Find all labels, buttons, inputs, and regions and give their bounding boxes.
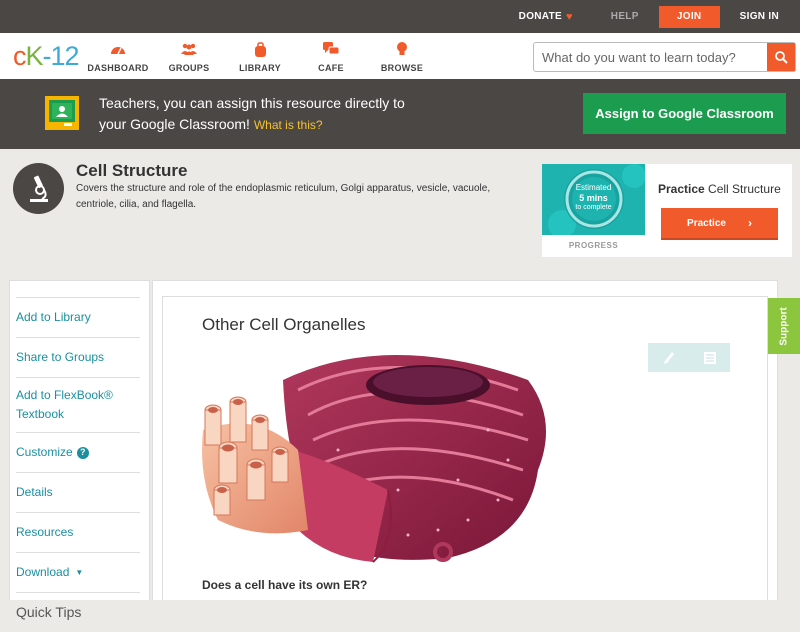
- search-button[interactable]: [767, 43, 795, 71]
- nav-cafe[interactable]: CAFE: [296, 41, 366, 73]
- google-classroom-icon: [45, 96, 79, 130]
- sidebar-item-customize[interactable]: Customize?: [16, 432, 140, 472]
- sidebar-item-details[interactable]: Details: [16, 472, 140, 512]
- nav-browse-label: BROWSE: [380, 63, 424, 73]
- search-icon: [774, 50, 788, 64]
- notes-icon[interactable]: [689, 343, 730, 372]
- banner-line-2: your Google Classroom!: [99, 116, 250, 132]
- nav-dashboard[interactable]: DASHBOARD: [83, 41, 153, 73]
- practice-card: Estimated 5 mins to complete PROGRESS Pr…: [542, 164, 792, 257]
- annotate-pencil-icon[interactable]: [648, 343, 689, 372]
- caret-down-icon: ▼: [75, 568, 84, 577]
- help-link[interactable]: HELP: [611, 11, 639, 22]
- sidebar-item-add-to-flexbook[interactable]: Add to FlexBook® Textbook: [16, 377, 140, 432]
- section-title: Other Cell Organelles: [202, 315, 366, 334]
- nav-browse[interactable]: BROWSE: [367, 41, 437, 73]
- nav-library-label: LIBRARY: [239, 63, 281, 73]
- support-tab[interactable]: Support: [768, 298, 800, 354]
- nav-library[interactable]: LIBRARY: [225, 41, 295, 73]
- estimate-label: Estimated: [575, 183, 612, 192]
- join-button[interactable]: JOIN: [658, 5, 720, 28]
- what-is-this-link[interactable]: What is this?: [254, 118, 323, 132]
- progress-label: PROGRESS: [568, 241, 619, 250]
- banner-message: Teachers, you can assign this resource d…: [99, 93, 405, 136]
- search-input[interactable]: [534, 43, 782, 71]
- microscope-icon: [13, 163, 64, 214]
- sidebar-item-resources[interactable]: Resources: [16, 512, 140, 552]
- search-box: [533, 42, 796, 72]
- heart-icon: ♥: [565, 10, 573, 23]
- assign-to-google-classroom-button[interactable]: Assign to Google Classroom: [583, 93, 786, 134]
- library-bag-icon: [225, 41, 295, 57]
- lesson-tools: [648, 343, 730, 372]
- donate-label: DONATE: [518, 11, 562, 22]
- nav-cafe-label: CAFE: [318, 63, 344, 73]
- practice-button-label: Practice: [687, 217, 726, 229]
- ck12-logo[interactable]: cK-12: [13, 41, 80, 71]
- google-classroom-banner: Teachers, you can assign this resource d…: [0, 79, 800, 149]
- concept-title: Cell Structure: [76, 161, 188, 180]
- nav-dashboard-label: DASHBOARD: [87, 63, 149, 73]
- help-question-icon[interactable]: ?: [76, 446, 89, 459]
- practice-button[interactable]: Practice ›: [661, 208, 778, 238]
- estimate-suffix: to complete: [575, 204, 612, 211]
- sidebar-item-download[interactable]: Download ▼: [16, 552, 140, 592]
- sidebar-item-add-to-library[interactable]: Add to Library: [16, 297, 140, 337]
- groups-people-icon: [154, 41, 224, 57]
- sidebar: Add to Library Share to Groups Add to Fl…: [9, 280, 150, 620]
- nav-groups-label: GROUPS: [168, 63, 210, 73]
- endoplasmic-reticulum-illustration: [202, 355, 546, 563]
- banner-line-1: Teachers, you can assign this resource d…: [99, 95, 405, 111]
- dashboard-gauge-icon: [83, 41, 153, 57]
- concept-description: Covers the structure and role of the end…: [76, 183, 491, 210]
- donate-link[interactable]: DONATE ♥: [519, 11, 573, 23]
- practice-progress-image: Estimated 5 mins to complete: [542, 164, 645, 235]
- top-bar: DONATE ♥ HELP JOIN SIGN IN: [0, 0, 800, 33]
- lesson-question: Does a cell have its own ER?: [202, 578, 368, 592]
- practice-title: Practice Cell Structure: [658, 182, 781, 196]
- chevron-right-icon: ›: [747, 216, 752, 230]
- sidebar-quick-tips-heading: Quick Tips: [16, 592, 140, 632]
- nav-groups[interactable]: GROUPS: [154, 41, 224, 73]
- sidebar-item-share-to-groups[interactable]: Share to Groups: [16, 337, 140, 377]
- main-nav: cK-12 DASHBOARD GROUPS LIBRARY CAFE BROW…: [0, 33, 800, 79]
- cafe-chat-icon: [296, 41, 366, 57]
- sign-in-link[interactable]: SIGN IN: [740, 11, 779, 22]
- estimate-minutes: 5 mins: [579, 193, 608, 203]
- browse-bulb-icon: [367, 41, 437, 57]
